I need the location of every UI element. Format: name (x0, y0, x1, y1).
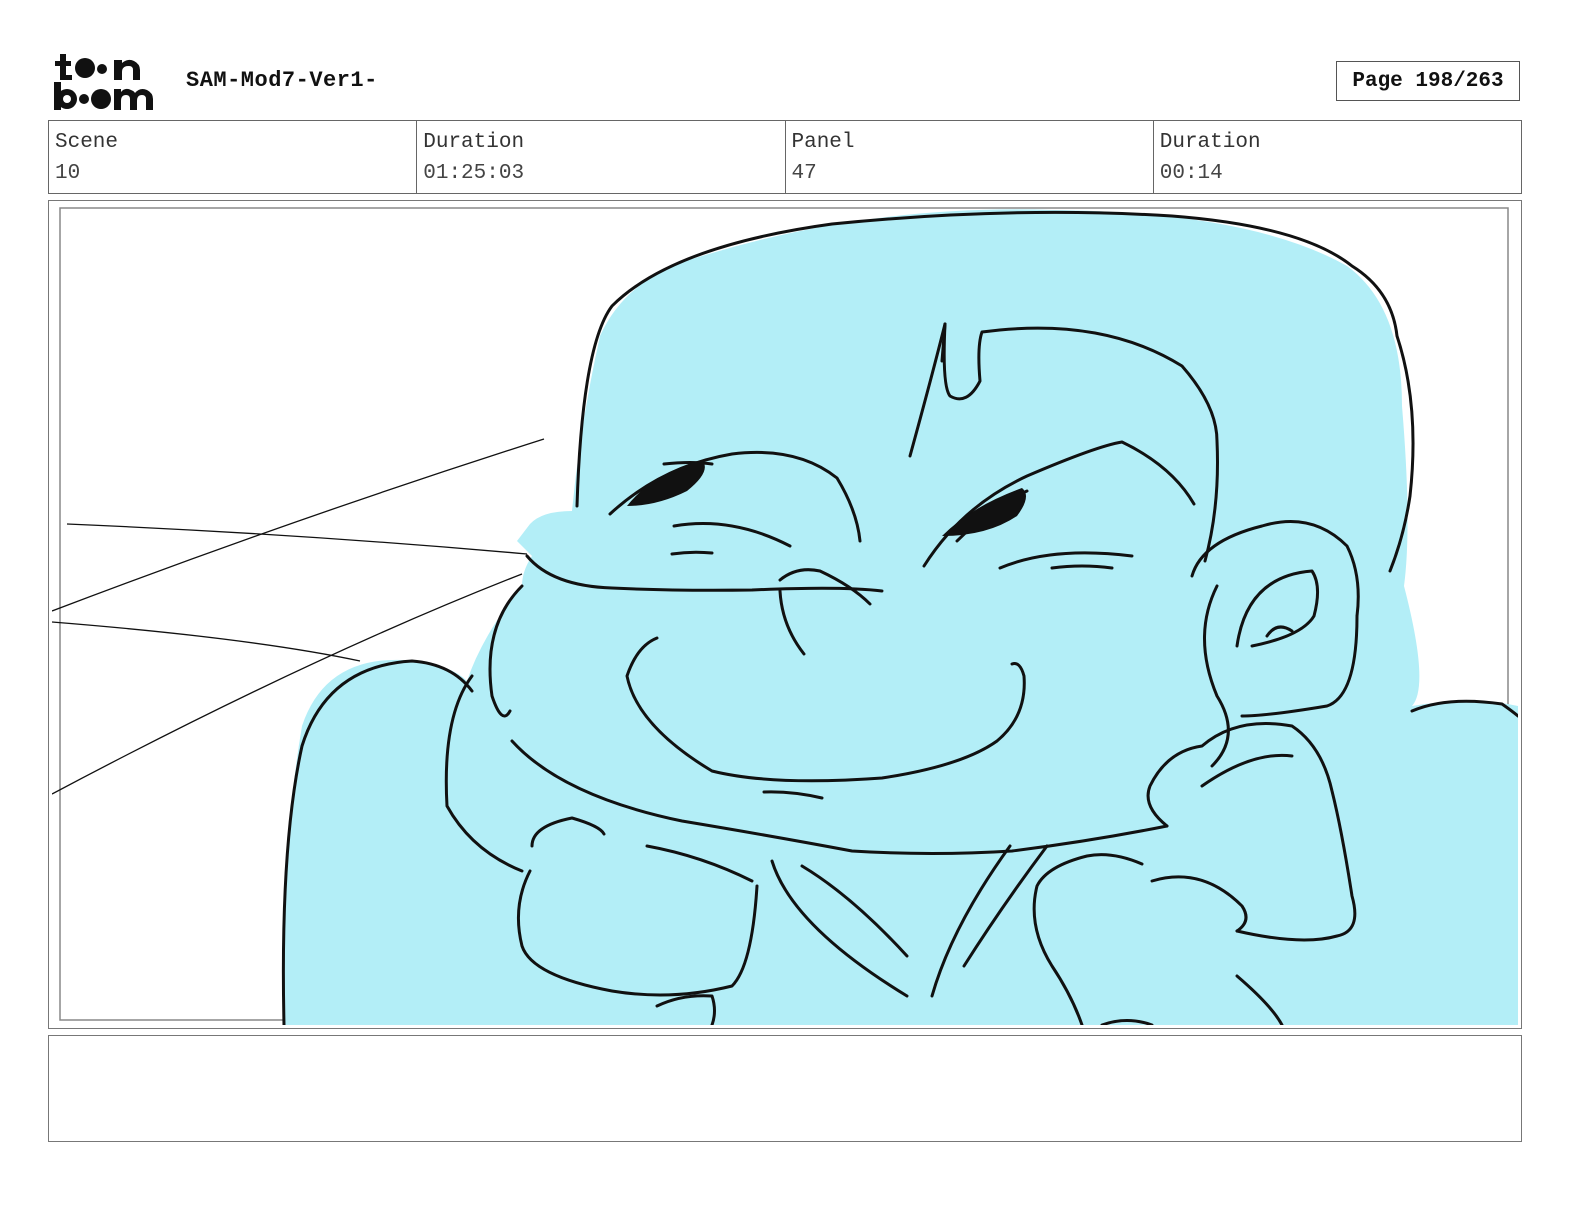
scene-duration-label: Duration (423, 131, 525, 154)
panel-label: Panel (791, 131, 855, 154)
toonboom-logo (52, 52, 164, 112)
scene-duration-value: 01:25:03 (423, 162, 525, 185)
storyboard-panel-drawing (52, 206, 1518, 1025)
panel-cell: Panel 47 (786, 121, 1154, 193)
scene-label: Scene (55, 131, 119, 154)
scene-cell: Scene 10 (49, 121, 418, 193)
scene-info-row: Scene 10 Duration 01:25:03 Panel 47 Dura… (48, 120, 1522, 194)
scene-duration-cell: Duration 01:25:03 (417, 121, 786, 193)
panel-value: 47 (791, 162, 817, 185)
page-indicator: Page 198/263 (1336, 61, 1520, 101)
panel-duration-cell: Duration 00:14 (1154, 121, 1521, 193)
panel-duration-value: 00:14 (1159, 162, 1223, 185)
scene-value: 10 (55, 162, 81, 185)
dialogue-notes-box (48, 1035, 1522, 1142)
document-title: SAM-Mod7-Ver1- (186, 68, 378, 93)
character-fill (283, 209, 1518, 1025)
panel-duration-label: Duration (1159, 131, 1261, 154)
